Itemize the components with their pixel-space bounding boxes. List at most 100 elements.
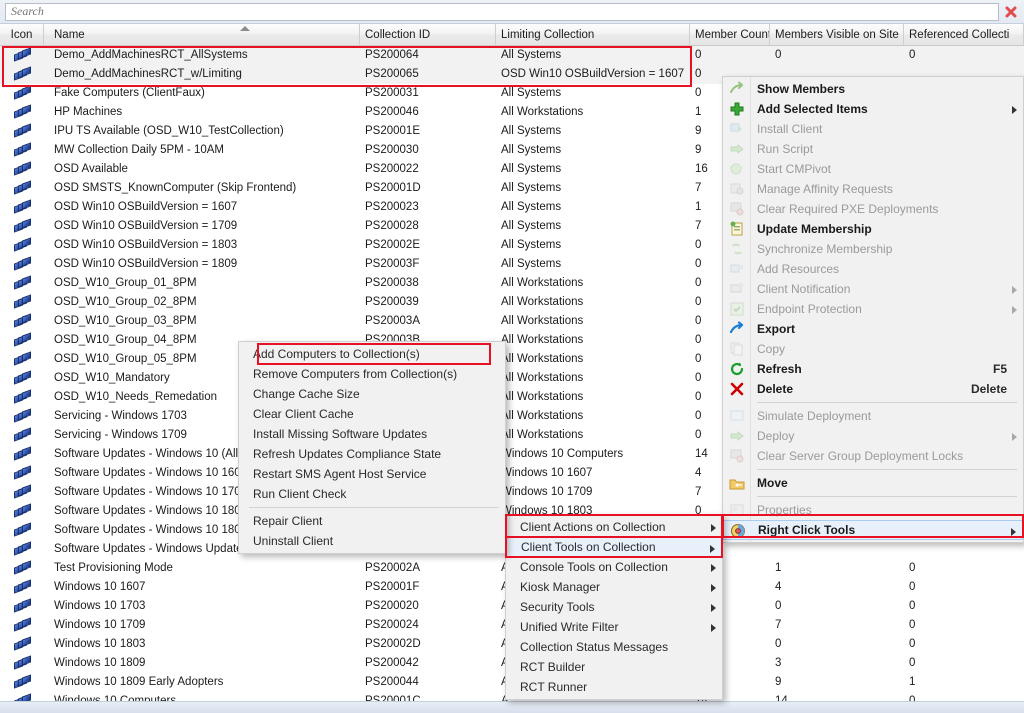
menu-item-label: Restart SMS Agent Host Service [253, 467, 489, 481]
menu-item-client-actions-on-collection[interactable]: Client Actions on Collection [506, 517, 722, 537]
menu-item-client-tools-on-collection[interactable]: Client Tools on Collection [506, 537, 722, 557]
collection-icon [0, 616, 44, 635]
menu-item-repair-client[interactable]: Repair Client [239, 511, 505, 531]
menu-item-label: Clear Required PXE Deployments [757, 202, 1007, 216]
cell-name: Fake Computers (ClientFaux) [44, 84, 360, 103]
menu-item-move[interactable]: Move [723, 473, 1023, 493]
menu-item-refresh[interactable]: RefreshF5 [723, 359, 1023, 379]
collection-icon [0, 198, 44, 217]
menu-item-rct-builder[interactable]: RCT Builder [506, 657, 722, 677]
column-header-members-visible-on-site[interactable]: Members Visible on Site [770, 24, 904, 46]
run-script-icon [729, 141, 745, 157]
column-header-collection-id[interactable]: Collection ID [360, 24, 496, 46]
menu-item-clear-server-group-deployment-locks: Clear Server Group Deployment Locks [723, 446, 1023, 466]
menu-item-add-computers-to-collection-s[interactable]: Add Computers to Collection(s) [239, 344, 505, 364]
menu-item-security-tools[interactable]: Security Tools [506, 597, 722, 617]
menu-item-kiosk-manager[interactable]: Kiosk Manager [506, 577, 722, 597]
menu-item-label: Run Script [757, 142, 1007, 156]
menu-item-label: Clear Client Cache [253, 407, 489, 421]
collection-icon [0, 160, 44, 179]
menu-item-copy: Copy [723, 339, 1023, 359]
menu-item-remove-computers-from-collection-s[interactable]: Remove Computers from Collection(s) [239, 364, 505, 384]
cell-limiting-collection: All Systems [496, 122, 690, 141]
menu-item-label: Properties [757, 503, 1007, 517]
cell-name: Windows 10 1809 Early Adopters [44, 673, 360, 692]
menu-item-label: Synchronize Membership [757, 242, 1007, 256]
menu-item-show-members[interactable]: Show Members [723, 79, 1023, 99]
collection-icon [0, 483, 44, 502]
menu-item-export[interactable]: Export [723, 319, 1023, 339]
menu-item-delete[interactable]: DeleteDelete [723, 379, 1023, 399]
column-header-row: Icon Name Collection ID Limiting Collect… [0, 24, 1024, 46]
menu-item-label: Repair Client [253, 514, 489, 528]
right-click-tools-submenu[interactable]: Client Actions on CollectionClient Tools… [505, 514, 723, 700]
cell-referenced: 0 [904, 654, 1024, 673]
cell-limiting-collection: All Systems [496, 255, 690, 274]
menu-item-restart-sms-agent-host-service[interactable]: Restart SMS Agent Host Service [239, 464, 505, 484]
collection-context-menu[interactable]: Show MembersAdd Selected ItemsInstall Cl… [722, 76, 1024, 543]
cell-name: OSD_W10_Group_03_8PM [44, 312, 360, 331]
menu-item-label: Show Members [757, 82, 1007, 96]
blue-arrow-icon [729, 321, 745, 337]
search-input[interactable] [5, 3, 999, 21]
cell-referenced: 1 [904, 673, 1024, 692]
menu-item-run-client-check[interactable]: Run Client Check [239, 484, 505, 504]
red-x-icon [729, 381, 745, 397]
cell-limiting-collection: All Systems [496, 84, 690, 103]
status-bar [0, 701, 1024, 713]
cell-limiting-collection: All Workstations [496, 350, 690, 369]
collection-icon [0, 65, 44, 84]
column-header-name[interactable]: Name [44, 24, 360, 46]
menu-item-change-cache-size[interactable]: Change Cache Size [239, 384, 505, 404]
cell-referenced: 0 [904, 616, 1024, 635]
submenu-arrow-icon [710, 545, 715, 553]
menu-separator [757, 402, 1017, 403]
cell-members-visible: 0 [770, 46, 904, 65]
cell-collection-id: PS200042 [360, 654, 496, 673]
menu-item-rct-runner[interactable]: RCT Runner [506, 677, 722, 697]
cell-collection-id: PS200046 [360, 103, 496, 122]
menu-item-update-membership[interactable]: Update Membership [723, 219, 1023, 239]
collection-icon [0, 673, 44, 692]
menu-item-console-tools-on-collection[interactable]: Console Tools on Collection [506, 557, 722, 577]
column-header-member-count[interactable]: Member Count [690, 24, 770, 46]
cell-limiting-collection: All Workstations [496, 407, 690, 426]
cell-limiting-collection: All Workstations [496, 331, 690, 350]
collection-icon [0, 426, 44, 445]
cell-collection-id: PS200028 [360, 217, 496, 236]
cell-collection-id: PS200024 [360, 616, 496, 635]
menu-item-collection-status-messages[interactable]: Collection Status Messages [506, 637, 722, 657]
collection-icon [0, 578, 44, 597]
column-header-limiting-collection[interactable]: Limiting Collection [496, 24, 690, 46]
cell-member-count: 0 [690, 46, 770, 65]
close-icon[interactable] [1001, 2, 1021, 22]
column-header-referenced-collection[interactable]: Referenced Collecti [904, 24, 1024, 46]
cell-limiting-collection: Windows 10 1607 [496, 464, 690, 483]
highlight-client-actions-left [505, 514, 507, 538]
menu-item-label: Kiosk Manager [520, 580, 706, 594]
menu-item-refresh-updates-compliance-state[interactable]: Refresh Updates Compliance State [239, 444, 505, 464]
menu-item-install-missing-software-updates[interactable]: Install Missing Software Updates [239, 424, 505, 444]
menu-item-right-click-tools[interactable]: Right Click Tools [723, 520, 1023, 540]
column-header-icon[interactable]: Icon [0, 24, 44, 46]
menu-item-endpoint-protection: Endpoint Protection [723, 299, 1023, 319]
collection-icon [0, 445, 44, 464]
table-row[interactable]: Demo_AddMachinesRCT_AllSystemsPS200064Al… [0, 46, 1024, 65]
cell-members-visible: 3 [770, 654, 904, 673]
client-tools-on-collection-submenu[interactable]: Add Computers to Collection(s)Remove Com… [238, 341, 506, 554]
menu-item-label: Install Missing Software Updates [253, 427, 489, 441]
submenu-arrow-icon [1012, 106, 1017, 114]
cell-collection-id: PS200020 [360, 597, 496, 616]
cell-collection-id: PS200038 [360, 274, 496, 293]
cell-collection-id: PS20001D [360, 179, 496, 198]
menu-item-add-selected-items[interactable]: Add Selected Items [723, 99, 1023, 119]
menu-item-label: Collection Status Messages [520, 640, 706, 654]
cell-limiting-collection: All Systems [496, 160, 690, 179]
simulate-icon [729, 408, 745, 424]
menu-item-synchronize-membership: Synchronize Membership [723, 239, 1023, 259]
menu-item-uninstall-client[interactable]: Uninstall Client [239, 531, 505, 551]
cell-collection-id: PS200044 [360, 673, 496, 692]
menu-item-label: Simulate Deployment [757, 409, 1007, 423]
menu-item-clear-client-cache[interactable]: Clear Client Cache [239, 404, 505, 424]
menu-item-unified-write-filter[interactable]: Unified Write Filter [506, 617, 722, 637]
